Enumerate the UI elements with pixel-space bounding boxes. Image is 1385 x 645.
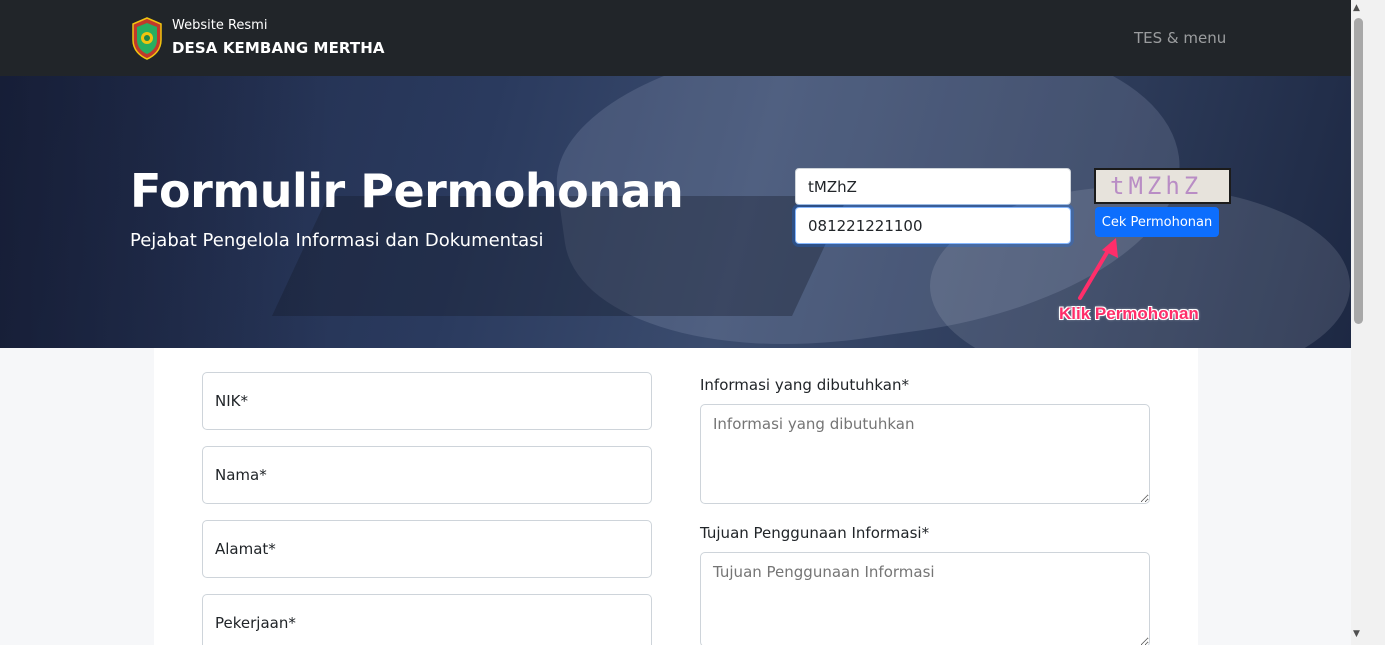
hero-banner: Formulir Permohonan Pejabat Pengelola In… [0,76,1351,348]
phone-number-input[interactable] [795,207,1071,244]
nav-menu-link[interactable]: TES & menu [1134,29,1226,47]
captcha-image: tMZhZ [1094,168,1231,204]
captcha-code-input[interactable] [795,168,1071,205]
occupation-field-label: Pekerjaan* [215,614,296,632]
scroll-up-arrow-icon[interactable]: ▲ [1353,3,1360,13]
village-emblem-icon[interactable] [130,16,164,60]
name-field[interactable]: Nama* [202,446,652,504]
info-needed-label: Informasi yang dibutuhkan* [700,376,909,394]
annotation-label: Klik Permohonan [1059,304,1199,323]
captcha-text: tMZhZ [1110,172,1203,200]
occupation-field[interactable]: Pekerjaan* [202,594,652,645]
navbar: Website Resmi DESA KEMBANG MERTHA TES & … [0,0,1351,76]
brand-subtitle: Website Resmi [172,18,268,33]
page-title: Formulir Permohonan [130,164,684,218]
brand-title[interactable]: DESA KEMBANG MERTHA [172,39,385,57]
purpose-textarea[interactable] [700,552,1150,645]
scroll-down-arrow-icon[interactable]: ▼ [1353,629,1360,639]
purpose-label: Tujuan Penggunaan Informasi* [700,524,930,542]
address-field[interactable]: Alamat* [202,520,652,578]
annotation-arrow-icon [1078,238,1118,300]
nik-field-label: NIK* [215,392,248,410]
nik-field[interactable]: NIK* [202,372,652,430]
info-needed-textarea[interactable] [700,404,1150,504]
scrollbar-thumb[interactable] [1354,18,1363,324]
check-request-button[interactable]: Cek Permohonan [1095,207,1219,237]
address-field-label: Alamat* [215,540,276,558]
page-subtitle: Pejabat Pengelola Informasi dan Dokument… [130,230,544,251]
name-field-label: Nama* [215,466,267,484]
